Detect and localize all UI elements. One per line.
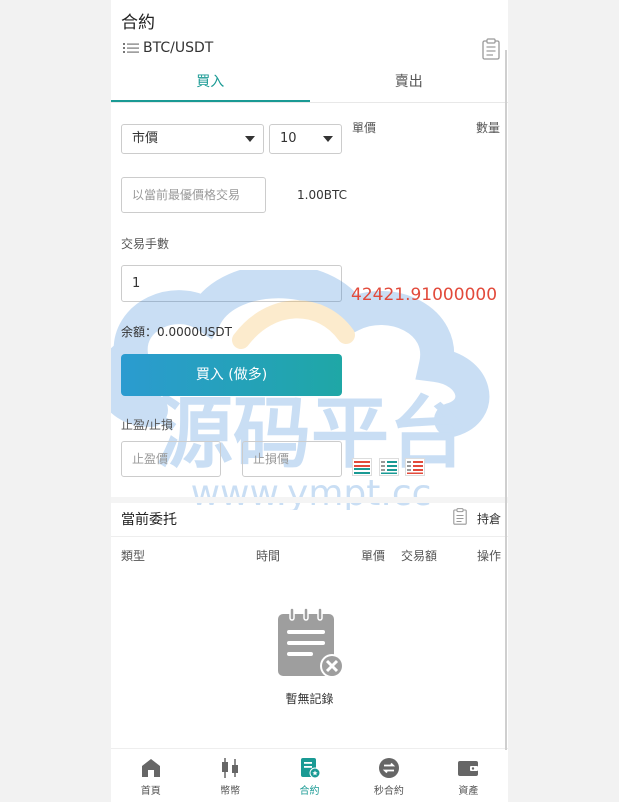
nav-spot-label: 幣幣: [220, 786, 241, 797]
order-type-select[interactable]: 市價: [121, 124, 264, 154]
contract-icon: [300, 758, 321, 779]
home-icon: [141, 759, 160, 777]
leverage-value: 10: [280, 131, 297, 146]
take-profit-input[interactable]: 止盈價: [121, 441, 221, 477]
watermark-url-text: www.ympt.cc: [191, 473, 432, 510]
lots-label: 交易手數: [121, 237, 170, 251]
book-all-icon[interactable]: [352, 458, 372, 476]
leverage-select[interactable]: 10: [269, 124, 342, 154]
clipboard-icon[interactable]: [482, 38, 500, 60]
tp-sl-label: 止盈/止損: [121, 418, 174, 432]
nav-assets[interactable]: 資產: [429, 749, 508, 802]
chevron-down-icon: [245, 136, 255, 142]
stop-loss-placeholder: 止損價: [253, 452, 290, 466]
positions-icon[interactable]: [453, 508, 467, 525]
positions-link[interactable]: 持倉: [477, 510, 501, 527]
col-action: 操作: [477, 549, 502, 563]
pair-label: BTC/USDT: [143, 40, 214, 56]
exchange-icon: [378, 758, 399, 778]
book-buy-icon[interactable]: [379, 458, 399, 476]
lots-input[interactable]: 1: [121, 265, 342, 302]
scrollbar[interactable]: [505, 50, 507, 750]
balance-text: 余額：0.0000USDT: [121, 325, 232, 339]
current-orders-title: 當前委托: [121, 512, 177, 528]
take-profit-placeholder: 止盈價: [132, 452, 169, 466]
buy-long-button[interactable]: 買入 (做多): [121, 354, 342, 396]
market-price-placeholder: 以當前最優價格交易: [132, 188, 241, 202]
section-divider: [111, 497, 508, 503]
trade-tabs: 買入 賣出: [111, 64, 508, 103]
bottom-nav: 首頁 幣幣 合約 秒合約 資產: [111, 748, 508, 802]
pair-selector[interactable]: BTC/USDT: [123, 40, 213, 56]
book-sell-icon[interactable]: [405, 458, 425, 476]
nav-home[interactable]: 首頁: [111, 749, 190, 802]
chevron-down-icon: [323, 136, 333, 142]
qty-column-header: 數量: [476, 121, 501, 135]
page-title: 合約: [121, 13, 155, 33]
col-time: 時間: [256, 549, 281, 563]
tab-buy[interactable]: 買入: [111, 64, 310, 102]
lots-value: 1: [132, 276, 141, 291]
no-records-icon: [278, 608, 344, 678]
nav-seconds-contract[interactable]: 秒合約: [349, 749, 428, 802]
nav-seconds-label: 秒合約: [373, 786, 404, 797]
nav-contract[interactable]: 合約: [270, 749, 349, 802]
nav-home-label: 首頁: [140, 786, 161, 797]
nav-assets-label: 資產: [458, 786, 479, 797]
col-price: 單價: [361, 549, 386, 563]
last-price: 42421.91000000: [351, 285, 498, 305]
market-price-input[interactable]: 以當前最優價格交易: [121, 177, 266, 213]
nav-spot[interactable]: 幣幣: [190, 749, 269, 802]
col-amount: 交易額: [401, 549, 438, 563]
col-type: 類型: [121, 549, 146, 563]
tab-sell[interactable]: 賣出: [310, 64, 509, 102]
btc-amount: 1.00BTC: [297, 188, 347, 202]
list-icon: [123, 43, 139, 53]
empty-state-text: 暫無記錄: [285, 692, 334, 706]
contract-page: 合約 BTC/USDT 買入 賣出 市價 10 單價 數量 以當前最優價格交易 …: [111, 0, 508, 802]
candlestick-icon: [222, 758, 239, 778]
stop-loss-input[interactable]: 止損價: [242, 441, 342, 477]
wallet-icon: [458, 761, 479, 776]
nav-contract-label: 合約: [299, 786, 320, 797]
orders-table-header: 類型 時間 單價 交易額 操作: [111, 536, 508, 565]
order-type-value: 市價: [132, 131, 159, 146]
price-column-header: 單價: [352, 121, 377, 135]
